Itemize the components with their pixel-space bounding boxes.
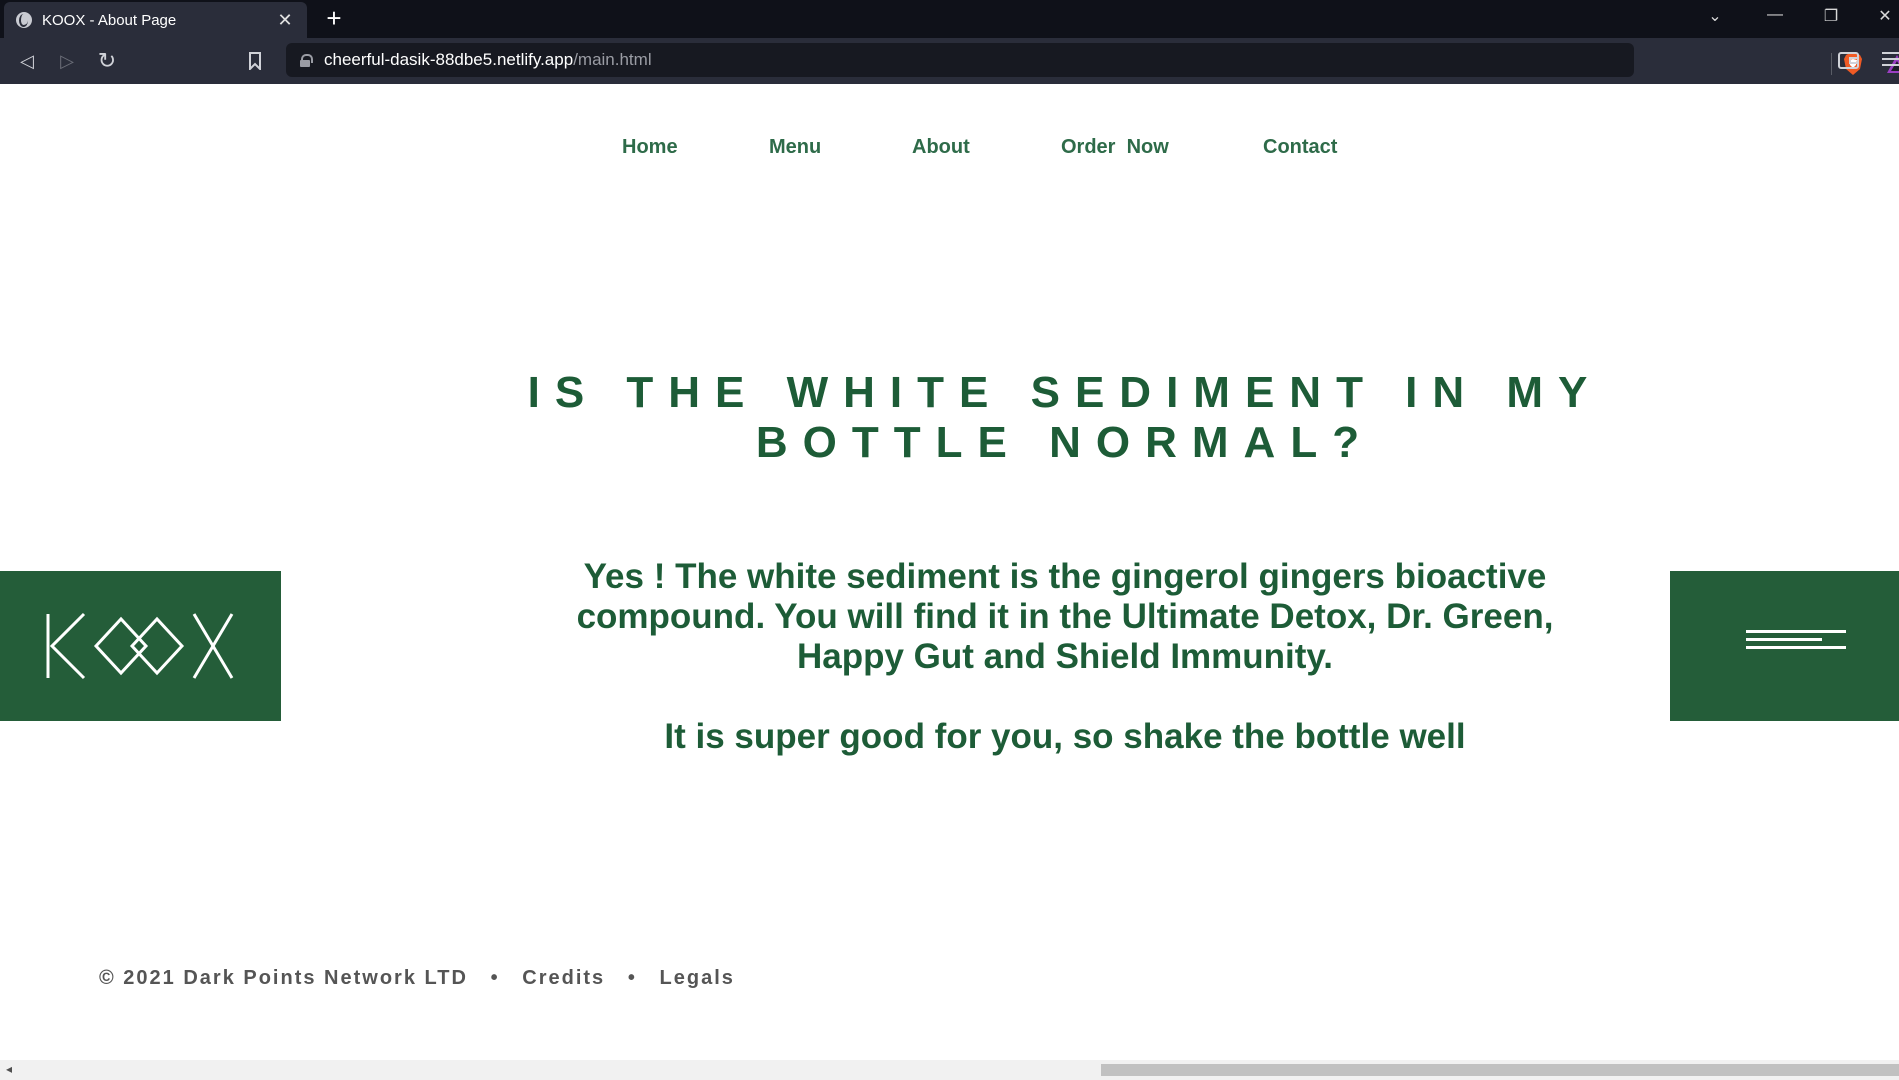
scroll-left-icon[interactable]: ◂ (6, 1062, 12, 1076)
new-tab-button[interactable]: + (320, 4, 348, 32)
footer-separator: • (490, 967, 500, 989)
restore-button[interactable]: ❐ (1816, 6, 1846, 26)
nav-about[interactable]: About (912, 136, 970, 159)
tab-title: KOOX - About Page (42, 11, 177, 29)
footer-separator: • (627, 967, 637, 989)
browser-tab-bar: KOOX - About Page ✕ + ⌄ — ❐ ✕ (0, 0, 1899, 38)
side-menu-button[interactable] (1670, 571, 1899, 721)
address-bar[interactable]: cheerful-dasik-88dbe5.netlify.app/main.h… (286, 43, 1899, 77)
forward-button[interactable]: ▷ (54, 48, 80, 74)
lock-icon (300, 54, 313, 67)
globe-icon (16, 12, 32, 28)
koox-logo[interactable] (0, 571, 281, 721)
url-divider (1831, 53, 1832, 75)
tab-list-chevron-icon[interactable]: ⌄ (1700, 6, 1730, 26)
koox-logo-mark (46, 612, 234, 680)
footer-credits-link[interactable]: Credits (522, 967, 605, 989)
answer-paragraph: Yes ! The white sediment is the gingerol… (576, 557, 1554, 676)
menu-line-top (1746, 630, 1846, 633)
page-content: Home Menu About Order Now Contact IS THE… (0, 84, 1899, 1060)
window-close-button[interactable]: ✕ (1870, 6, 1899, 26)
footer-legals-link[interactable]: Legals (660, 967, 735, 989)
bookmark-icon[interactable] (242, 48, 268, 74)
reload-button[interactable]: ↻ (94, 48, 120, 74)
browser-tab[interactable]: KOOX - About Page ✕ (4, 2, 307, 38)
hamburger-menu-icon[interactable] (1882, 50, 1899, 68)
minimize-button[interactable]: — (1760, 6, 1790, 24)
menu-line-middle (1746, 638, 1822, 641)
main-nav: Home Menu About Order Now Contact (0, 136, 1899, 166)
nav-home[interactable]: Home (622, 136, 678, 159)
horizontal-scrollbar[interactable]: ◂ (0, 1060, 1899, 1080)
menu-line-bottom (1746, 646, 1846, 649)
nav-contact[interactable]: Contact (1263, 136, 1337, 159)
nav-menu[interactable]: Menu (769, 136, 821, 159)
nav-order-now[interactable]: Order Now (1061, 136, 1169, 159)
url-host: cheerful-dasik-88dbe5.netlify.app (324, 50, 574, 69)
footer-copyright: © 2021 Dark Points Network LTD (99, 967, 468, 989)
tab-close-icon[interactable]: ✕ (275, 10, 295, 31)
scrollbar-thumb[interactable] (1101, 1064, 1899, 1076)
advice-paragraph: It is super good for you, so shake the b… (664, 717, 1466, 756)
footer: © 2021 Dark Points Network LTD • Credits… (99, 967, 735, 990)
page-headline: IS THE WHITE SEDIMENT IN MY BOTTLE NORMA… (527, 368, 1603, 467)
url-path: /main.html (573, 50, 652, 69)
back-button[interactable]: ◁ (14, 48, 40, 74)
wallet-icon[interactable] (1838, 50, 1860, 70)
browser-toolbar: ◁ ▷ ↻ cheerful-dasik-88dbe5.netlify.app /… (0, 38, 1899, 84)
